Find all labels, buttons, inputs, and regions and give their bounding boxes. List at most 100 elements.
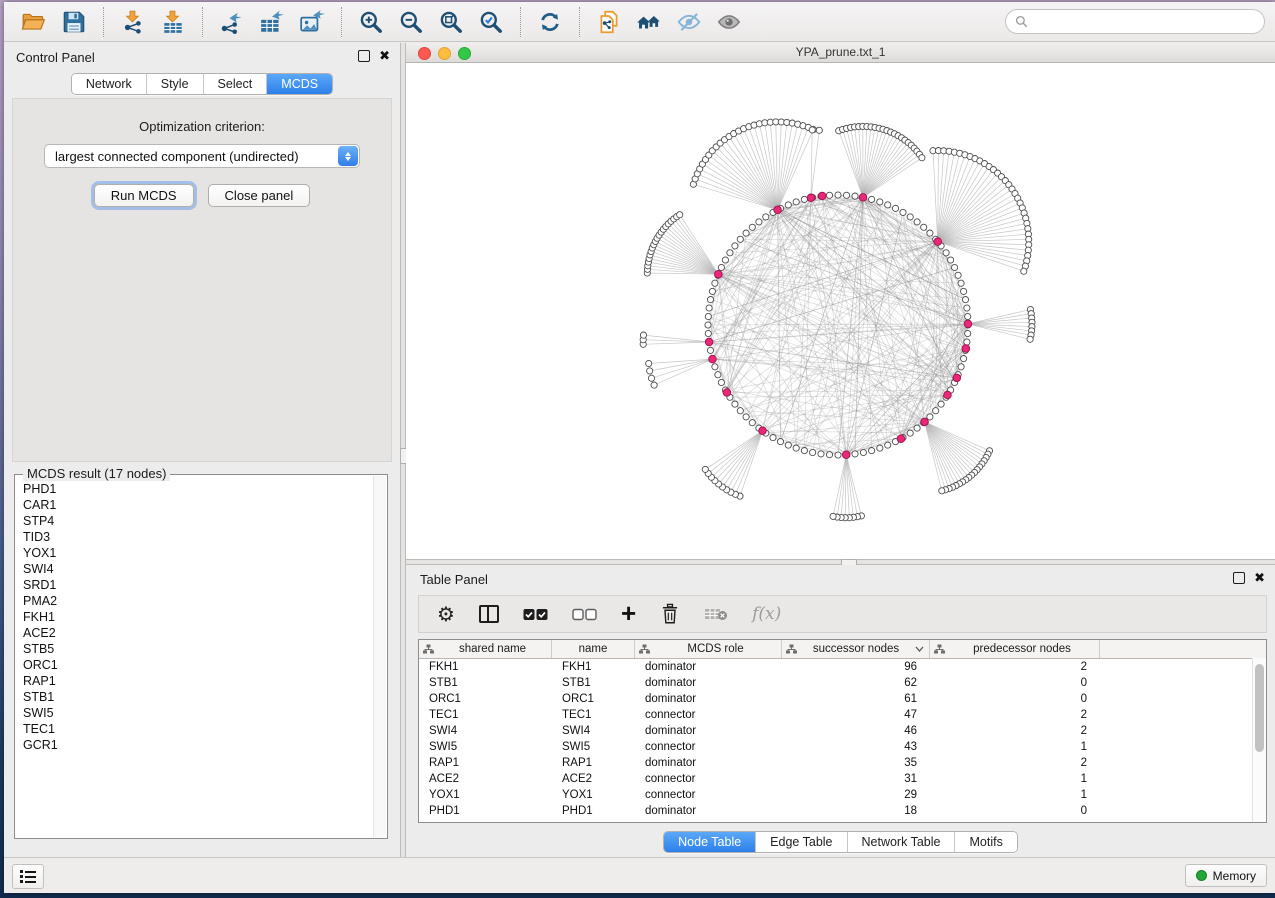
- network-node[interactable]: [826, 192, 832, 198]
- cell-successor_nodes[interactable]: 31: [782, 773, 930, 785]
- mcds-node[interactable]: [807, 194, 815, 202]
- cell-successor_nodes[interactable]: 47: [782, 709, 930, 721]
- table-scrollbar[interactable]: [1252, 658, 1266, 822]
- cell-mcds_role[interactable]: dominator: [635, 805, 782, 817]
- network-node[interactable]: [907, 214, 913, 220]
- function-builder-button[interactable]: f(x): [752, 604, 781, 624]
- network-node[interactable]: [810, 449, 816, 455]
- cell-mcds_role[interactable]: dominator: [635, 661, 782, 673]
- tab-network-table[interactable]: Network Table: [847, 832, 955, 852]
- network-node[interactable]: [712, 364, 718, 370]
- float-panel-icon[interactable]: [1233, 572, 1245, 584]
- cell-shared_name[interactable]: PHD1: [419, 805, 552, 817]
- network-node[interactable]: [743, 414, 749, 420]
- cell-name[interactable]: TEC1: [552, 709, 635, 721]
- cell-mcds_role[interactable]: dominator: [635, 693, 782, 705]
- network-node[interactable]: [965, 330, 971, 336]
- mcds-result-item[interactable]: STB1: [23, 689, 373, 705]
- table-row[interactable]: FKH1FKH1dominator962: [419, 659, 1266, 675]
- cell-mcds_role[interactable]: connector: [635, 709, 782, 721]
- export-table-button[interactable]: [257, 7, 287, 37]
- network-node[interactable]: [732, 401, 738, 407]
- mcds-node[interactable]: [715, 270, 723, 278]
- cell-name[interactable]: PHD1: [552, 805, 635, 817]
- cell-predecessor_nodes[interactable]: 2: [930, 757, 1100, 769]
- network-node[interactable]: [948, 257, 954, 263]
- mcds-result-item[interactable]: CAR1: [23, 497, 373, 513]
- network-node[interactable]: [885, 202, 891, 208]
- mcds-node[interactable]: [818, 192, 826, 200]
- network-node[interactable]: [852, 193, 858, 199]
- network-node[interactable]: [921, 224, 927, 230]
- network-node[interactable]: [914, 219, 920, 225]
- import-table-button[interactable]: [158, 7, 188, 37]
- network-titlebar[interactable]: YPA_prune.txt_1: [406, 43, 1275, 63]
- network-node[interactable]: [737, 408, 743, 414]
- delete-table-button[interactable]: [704, 607, 728, 621]
- cell-name[interactable]: SWI5: [552, 741, 635, 753]
- float-panel-icon[interactable]: [358, 50, 370, 62]
- mcds-result-item[interactable]: PMA2: [23, 593, 373, 609]
- tab-select[interactable]: Select: [203, 74, 267, 94]
- refresh-view-button[interactable]: [535, 7, 565, 37]
- minimize-window-icon[interactable]: [438, 47, 451, 60]
- cell-shared_name[interactable]: FKH1: [419, 661, 552, 673]
- cell-name[interactable]: ORC1: [552, 693, 635, 705]
- cell-successor_nodes[interactable]: 29: [782, 789, 930, 801]
- column-header-shared_name[interactable]: shared name: [419, 640, 552, 658]
- zoom-fit-button[interactable]: [436, 7, 466, 37]
- cell-predecessor_nodes[interactable]: 1: [930, 789, 1100, 801]
- mcds-node[interactable]: [705, 338, 713, 346]
- mcds-result-item[interactable]: TID3: [23, 529, 373, 545]
- network-node[interactable]: [640, 332, 646, 338]
- delete-row-button[interactable]: [660, 603, 680, 625]
- network-node[interactable]: [749, 224, 755, 230]
- mcds-node[interactable]: [709, 355, 717, 363]
- deselect-all-button[interactable]: [572, 608, 597, 621]
- network-node[interactable]: [707, 297, 713, 303]
- network-node[interactable]: [869, 448, 875, 454]
- mcds-node[interactable]: [944, 391, 952, 399]
- network-node[interactable]: [955, 272, 961, 278]
- mcds-list-scrollbar[interactable]: [373, 476, 386, 837]
- clone-network-button[interactable]: [594, 7, 624, 37]
- show-panels-button[interactable]: [12, 864, 44, 889]
- mcds-result-list[interactable]: PHD1CAR1STP4TID3YOX1SWI4SRD1PMA2FKH1ACE2…: [16, 476, 373, 837]
- cell-mcds_role[interactable]: dominator: [635, 757, 782, 769]
- network-node[interactable]: [770, 435, 776, 441]
- network-node[interactable]: [651, 382, 657, 388]
- table-row[interactable]: PHD1PHD1dominator180: [419, 803, 1266, 819]
- cell-mcds_role[interactable]: connector: [635, 773, 782, 785]
- cell-name[interactable]: SWI4: [552, 725, 635, 737]
- cell-successor_nodes[interactable]: 96: [782, 661, 930, 673]
- network-node[interactable]: [958, 364, 964, 370]
- network-node[interactable]: [705, 322, 711, 328]
- mcds-node[interactable]: [759, 427, 767, 435]
- mcds-result-item[interactable]: SWI4: [23, 561, 373, 577]
- import-network-button[interactable]: [118, 7, 148, 37]
- cell-name[interactable]: RAP1: [552, 757, 635, 769]
- cell-predecessor_nodes[interactable]: 0: [930, 805, 1100, 817]
- cell-shared_name[interactable]: YOX1: [419, 789, 552, 801]
- network-node[interactable]: [702, 466, 708, 472]
- close-panel-icon[interactable]: ✖: [1254, 572, 1265, 584]
- mcds-result-item[interactable]: PHD1: [23, 481, 373, 497]
- network-node[interactable]: [900, 209, 906, 215]
- network-node[interactable]: [860, 449, 866, 455]
- network-node[interactable]: [907, 430, 913, 436]
- open-folder-button[interactable]: [19, 7, 49, 37]
- close-window-icon[interactable]: [418, 47, 431, 60]
- network-node[interactable]: [1027, 336, 1033, 342]
- network-node[interactable]: [962, 297, 968, 303]
- network-node[interactable]: [961, 288, 967, 294]
- export-network-button[interactable]: [217, 7, 247, 37]
- table-row[interactable]: SWI5SWI5connector431: [419, 739, 1266, 755]
- network-node[interactable]: [785, 442, 791, 448]
- mcds-result-item[interactable]: ORC1: [23, 657, 373, 673]
- column-header-name[interactable]: name: [552, 640, 635, 658]
- network-node[interactable]: [712, 280, 718, 286]
- optimization-criterion-select[interactable]: largest connected component (undirected): [44, 144, 360, 168]
- mcds-result-item[interactable]: RAP1: [23, 673, 373, 689]
- cell-name[interactable]: STB1: [552, 677, 635, 689]
- network-node[interactable]: [933, 408, 939, 414]
